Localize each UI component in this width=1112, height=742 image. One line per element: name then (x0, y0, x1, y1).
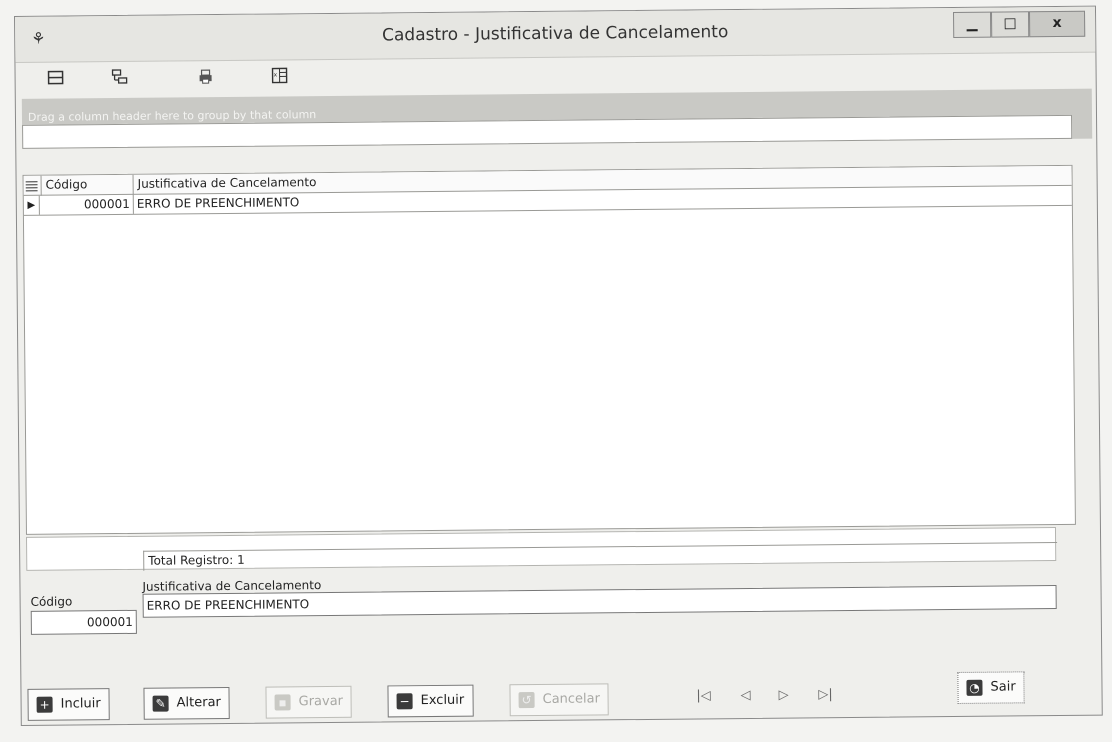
edit-icon: ✎ (152, 695, 169, 712)
excel-icon[interactable]: x (267, 66, 291, 90)
incluir-button[interactable]: + Incluir (27, 688, 110, 721)
excluir-button[interactable]: − Excluir (387, 684, 474, 718)
column-header-codigo[interactable]: Código (41, 174, 134, 196)
minimize-button[interactable]: ▁ (953, 11, 992, 38)
total-records: Total Registro: 1 (143, 542, 1058, 571)
cancelar-label: Cancelar (542, 691, 601, 707)
group-by-panel[interactable]: Drag a column header here to group by th… (21, 88, 1093, 149)
sair-label: Sair (990, 679, 1016, 695)
svg-text:x: x (274, 71, 278, 78)
exit-icon: ◔ (966, 679, 983, 696)
gravar-button[interactable]: ▪ Gravar (265, 685, 353, 719)
cancel-icon: ↺ (518, 692, 535, 709)
alterar-label: Alterar (176, 695, 221, 711)
group-by-hint: Drag a column header here to group by th… (27, 108, 317, 124)
data-grid: Código Justificativa de Cancelamento ▶ 0… (22, 164, 1076, 535)
sair-button[interactable]: ◔ Sair (957, 671, 1025, 704)
prev-record-button[interactable]: ◁ (735, 686, 755, 706)
gravar-label: Gravar (298, 693, 344, 710)
row-indicator-icon: ▶ (23, 195, 40, 215)
maximize-button[interactable]: □ (991, 11, 1030, 38)
excluir-label: Excluir (420, 692, 465, 709)
incluir-label: Incluir (60, 696, 101, 712)
tree-icon[interactable] (108, 68, 132, 92)
minus-icon: − (396, 693, 413, 710)
save-icon: ▪ (274, 694, 291, 711)
codigo-field[interactable]: 000001 (30, 609, 137, 635)
alterar-button[interactable]: ✎ Alterar (143, 686, 231, 720)
codigo-label: Código (30, 594, 73, 609)
close-button[interactable]: x (1029, 10, 1086, 38)
title-bar: ⚘ Cadastro - Justificativa de Cancelamen… (15, 6, 1096, 63)
window-title: Cadastro - Justificativa de Cancelamento (381, 22, 729, 46)
first-record-button[interactable]: |◁ (693, 686, 713, 706)
last-record-button[interactable]: ▷| (815, 685, 835, 705)
print-icon[interactable] (194, 67, 218, 91)
cancelar-button[interactable]: ↺ Cancelar (509, 683, 610, 717)
cell-codigo[interactable]: 000001 (39, 194, 134, 215)
expand-icon[interactable] (44, 68, 68, 92)
grid-footer: Total Registro: 1 (26, 527, 1058, 571)
main-window: ⚘ Cadastro - Justificativa de Cancelamen… (14, 5, 1103, 726)
column-chooser-icon[interactable] (23, 175, 42, 196)
next-record-button[interactable]: ▷ (773, 686, 793, 706)
plus-icon: + (36, 696, 53, 713)
edit-panel: Código Justificativa de Cancelamento 000… (26, 575, 1097, 645)
